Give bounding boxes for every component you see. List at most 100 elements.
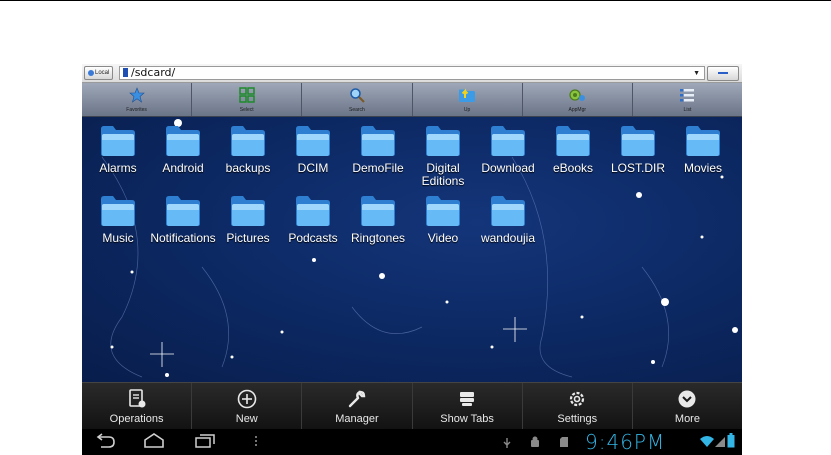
- operations-label: Operations: [109, 413, 164, 425]
- new-label: New: [235, 413, 258, 425]
- folder-icon: [231, 126, 265, 156]
- folder-item-download[interactable]: Download: [475, 123, 541, 188]
- folder-name: Notifications: [150, 232, 216, 245]
- folder-icon: [491, 126, 525, 156]
- file-grid-area: Alarms Android backups DCIM DemoFile Dig…: [82, 117, 742, 382]
- folder-name: DemoFile: [352, 162, 404, 175]
- folder-name: Android: [162, 162, 204, 175]
- manager-button[interactable]: Manager: [302, 383, 413, 430]
- appmgr-button[interactable]: AppMgr: [523, 83, 633, 116]
- folder-item-demofile[interactable]: DemoFile: [345, 123, 411, 188]
- folder-icon: [166, 196, 200, 226]
- folder-item-podcasts[interactable]: Podcasts: [280, 193, 346, 258]
- favorites-label: Favorites: [126, 107, 147, 113]
- folder-icon: [556, 126, 590, 156]
- folder-item-digital-editions[interactable]: Digital Editions: [410, 123, 476, 188]
- globe-icon: [88, 70, 94, 76]
- add-circle-icon: [236, 388, 258, 410]
- settings-label: Settings: [557, 413, 598, 425]
- home-icon[interactable]: [142, 433, 166, 449]
- folder-item-lost-dir[interactable]: LOST.DIR: [605, 123, 671, 188]
- status-clock: 9:46PM: [585, 430, 666, 454]
- folder-icon: [621, 126, 655, 156]
- folder-item-backups[interactable]: backups: [215, 123, 281, 188]
- path-input[interactable]: /sdcard/ ▼: [119, 66, 705, 80]
- list-label: List: [683, 107, 692, 113]
- signal-icon: [715, 437, 725, 447]
- folder-icon: [166, 126, 200, 156]
- settings-button[interactable]: Settings: [523, 383, 633, 430]
- dropdown-arrow-icon[interactable]: ▼: [693, 70, 700, 77]
- bottom-menu-bar: Operations New Manager Show Tabs Setting…: [82, 382, 742, 430]
- up-button[interactable]: Up: [413, 83, 523, 116]
- search-label: Search: [349, 107, 365, 113]
- select-label: Select: [239, 107, 254, 113]
- android-debug-icon: [531, 436, 539, 447]
- folder-item-ringtones[interactable]: Ringtones: [345, 193, 411, 258]
- folder-name: Music: [102, 232, 134, 245]
- show-tabs-button[interactable]: Show Tabs: [413, 383, 523, 430]
- up-label: Up: [463, 107, 471, 113]
- favorites-button[interactable]: Favorites: [82, 83, 193, 116]
- folder-name: LOST.DIR: [610, 162, 665, 175]
- folder-icon: [426, 196, 460, 226]
- folder-item-notifications[interactable]: Notifications: [150, 193, 216, 258]
- folder-icon: [361, 196, 395, 226]
- folder-name: Pictures: [226, 232, 270, 245]
- folder-item-ebooks[interactable]: eBooks: [540, 123, 606, 188]
- folder-item-music[interactable]: Music: [85, 193, 151, 258]
- menu-dots-icon[interactable]: [254, 433, 258, 449]
- folder-item-movies[interactable]: Movies: [670, 123, 736, 188]
- show-tabs-label: Show Tabs: [440, 413, 494, 425]
- list-view-icon: [678, 87, 696, 103]
- gear-icon: [566, 388, 588, 410]
- folder-grid: Alarms Android backups DCIM DemoFile Dig…: [82, 117, 742, 257]
- folder-icon: [426, 126, 460, 156]
- folder-name: Alarms: [99, 162, 137, 175]
- folder-icon: [231, 196, 265, 226]
- search-icon: [348, 87, 366, 103]
- android-gear-icon: [568, 87, 586, 103]
- folder-icon: [296, 196, 330, 226]
- select-button[interactable]: Select: [192, 83, 303, 116]
- new-button[interactable]: New: [192, 383, 303, 430]
- folder-item-dcim[interactable]: DCIM: [280, 123, 346, 188]
- folder-item-wandoujia[interactable]: wandoujia: [475, 193, 541, 258]
- toolbar: Favorites Select Search Up AppMgr List: [82, 83, 742, 117]
- folder-name: Digital Editions: [421, 162, 465, 188]
- usb-icon: [503, 438, 511, 448]
- search-button[interactable]: Search: [302, 83, 413, 116]
- folder-icon: [101, 196, 135, 226]
- folder-item-android[interactable]: Android: [150, 123, 216, 188]
- folder-name: Download: [481, 162, 535, 175]
- folder-icon: [686, 126, 720, 156]
- folder-item-pictures[interactable]: Pictures: [215, 193, 281, 258]
- folder-name: Movies: [683, 162, 722, 175]
- minimize-button[interactable]: [707, 66, 739, 81]
- folder-icon: [491, 196, 525, 226]
- folder-name: backups: [225, 162, 271, 175]
- local-button-label: Local: [95, 70, 110, 76]
- star-icon: [128, 87, 146, 103]
- folder-name: Podcasts: [288, 232, 338, 245]
- folder-item-alarms[interactable]: Alarms: [85, 123, 151, 188]
- minus-icon: [718, 72, 728, 74]
- manager-label: Manager: [335, 413, 379, 425]
- sd-card-status-icon: [560, 437, 568, 447]
- more-button[interactable]: More: [633, 383, 742, 430]
- list-button[interactable]: List: [633, 83, 742, 116]
- battery-icon: [727, 433, 735, 448]
- local-button[interactable]: Local: [84, 66, 114, 80]
- operations-button[interactable]: Operations: [82, 383, 193, 430]
- back-icon[interactable]: [94, 433, 116, 449]
- folder-name: eBooks: [552, 162, 594, 175]
- folder-item-video[interactable]: Video: [410, 193, 476, 258]
- folder-name: wandoujia: [480, 232, 536, 245]
- folder-icon: [101, 126, 135, 156]
- folder-name: DCIM: [297, 162, 329, 175]
- wifi-icon: [700, 436, 714, 447]
- more-chevron-icon: [676, 388, 698, 410]
- folder-up-icon: [458, 87, 476, 103]
- recent-apps-icon[interactable]: [194, 433, 216, 449]
- tabs-stack-icon: [456, 388, 478, 410]
